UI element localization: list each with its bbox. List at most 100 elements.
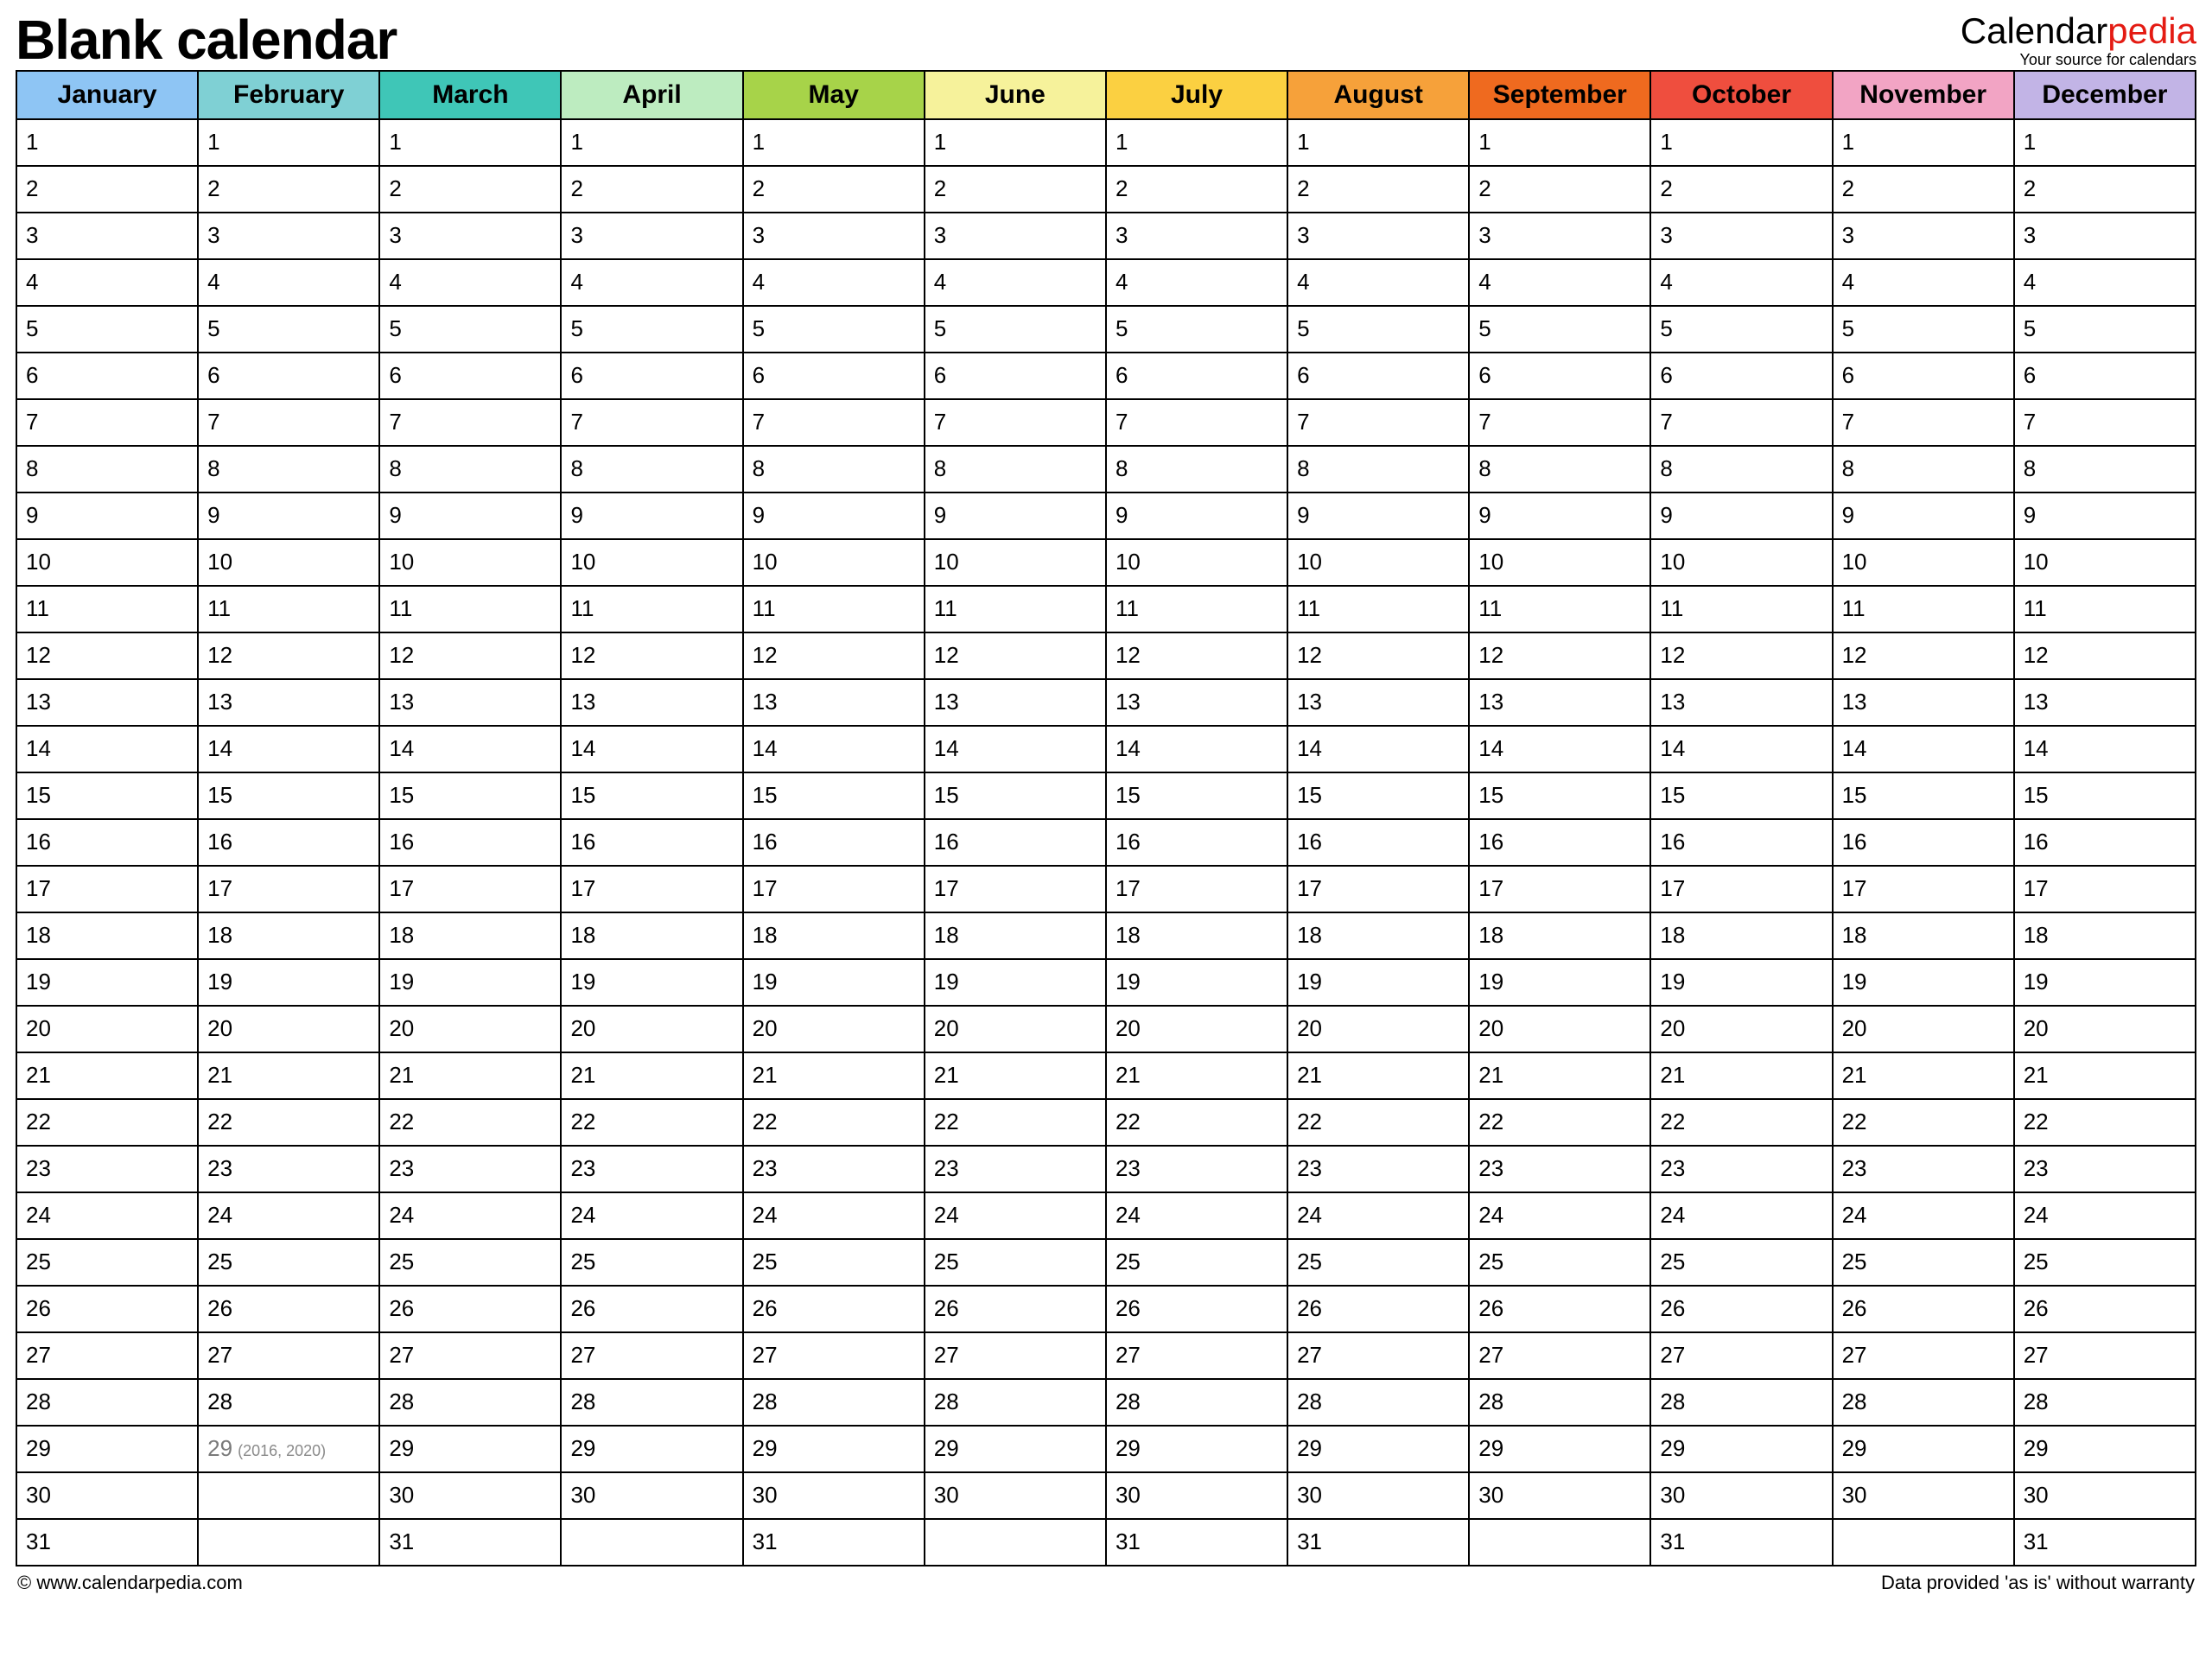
day-cell: 13 — [379, 679, 561, 726]
day-cell: 3 — [2014, 213, 2196, 259]
day-cell: 17 — [379, 866, 561, 912]
day-cell: 5 — [1833, 306, 2014, 353]
day-cell: 31 — [743, 1519, 925, 1566]
day-cell: 12 — [925, 632, 1106, 679]
day-cell: 25 — [379, 1239, 561, 1286]
day-cell: 16 — [16, 819, 198, 866]
day-cell: 19 — [743, 959, 925, 1006]
day-cell: 26 — [1287, 1286, 1469, 1332]
day-cell: 28 — [561, 1379, 742, 1426]
day-cell: 26 — [1469, 1286, 1650, 1332]
day-cell: 4 — [2014, 259, 2196, 306]
day-row: 181818181818181818181818 — [16, 912, 2196, 959]
day-cell: 20 — [1106, 1006, 1287, 1052]
day-cell: 29 — [561, 1426, 742, 1472]
day-cell: 29 — [1106, 1426, 1287, 1472]
day-cell: 23 — [1287, 1146, 1469, 1192]
day-cell: 3 — [1287, 213, 1469, 259]
day-cell: 15 — [1106, 772, 1287, 819]
day-cell: 30 — [2014, 1472, 2196, 1519]
day-cell: 21 — [198, 1052, 379, 1099]
day-cell: 8 — [1833, 446, 2014, 493]
day-cell: 18 — [925, 912, 1106, 959]
day-cell: 7 — [16, 399, 198, 446]
day-cell: 3 — [1833, 213, 2014, 259]
day-cell: 8 — [198, 446, 379, 493]
day-cell: 11 — [1833, 586, 2014, 632]
day-cell: 20 — [1833, 1006, 2014, 1052]
day-cell: 1 — [1650, 119, 1832, 166]
day-cell: 21 — [743, 1052, 925, 1099]
day-cell: 19 — [1650, 959, 1832, 1006]
day-cell: 16 — [925, 819, 1106, 866]
day-cell: 29 — [743, 1426, 925, 1472]
day-cell: 11 — [561, 586, 742, 632]
day-cell: 2 — [561, 166, 742, 213]
day-cell: 7 — [2014, 399, 2196, 446]
day-cell: 12 — [1287, 632, 1469, 679]
day-cell: 18 — [743, 912, 925, 959]
day-cell: 19 — [561, 959, 742, 1006]
day-cell: 2 — [198, 166, 379, 213]
day-cell: 5 — [198, 306, 379, 353]
day-cell: 29 — [1650, 1426, 1832, 1472]
day-cell: 10 — [379, 539, 561, 586]
day-cell: 23 — [1833, 1146, 2014, 1192]
day-cell: 25 — [743, 1239, 925, 1286]
day-cell: 28 — [379, 1379, 561, 1426]
month-header-february: February — [198, 71, 379, 119]
day-cell: 25 — [1106, 1239, 1287, 1286]
month-header-march: March — [379, 71, 561, 119]
day-row: 30 30303030303030303030 — [16, 1472, 2196, 1519]
day-cell: 30 — [1833, 1472, 2014, 1519]
day-cell: 9 — [1833, 493, 2014, 539]
day-cell: 1 — [561, 119, 742, 166]
day-cell: 9 — [379, 493, 561, 539]
day-cell: 14 — [561, 726, 742, 772]
day-cell: 30 — [1650, 1472, 1832, 1519]
day-cell: 17 — [1106, 866, 1287, 912]
day-cell: 26 — [1650, 1286, 1832, 1332]
day-cell: 6 — [1287, 353, 1469, 399]
day-cell: 19 — [198, 959, 379, 1006]
day-cell: 28 — [1833, 1379, 2014, 1426]
day-cell: 26 — [379, 1286, 561, 1332]
day-cell: 9 — [16, 493, 198, 539]
day-cell: 11 — [16, 586, 198, 632]
footer-left: © www.calendarpedia.com — [17, 1572, 243, 1594]
day-row: 232323232323232323232323 — [16, 1146, 2196, 1192]
day-cell: 25 — [1287, 1239, 1469, 1286]
day-cell: 15 — [379, 772, 561, 819]
day-cell: 3 — [16, 213, 198, 259]
day-row: 131313131313131313131313 — [16, 679, 2196, 726]
day-cell: 6 — [743, 353, 925, 399]
day-cell: 19 — [1287, 959, 1469, 1006]
day-cell: 3 — [379, 213, 561, 259]
day-cell: 5 — [1650, 306, 1832, 353]
day-cell: 6 — [1833, 353, 2014, 399]
day-cell: 7 — [379, 399, 561, 446]
day-cell: 12 — [1833, 632, 2014, 679]
day-cell: 18 — [1106, 912, 1287, 959]
day-cell: 16 — [1469, 819, 1650, 866]
day-cell: 4 — [16, 259, 198, 306]
day-cell: 10 — [1833, 539, 2014, 586]
day-cell: 17 — [1650, 866, 1832, 912]
day-cell: 23 — [2014, 1146, 2196, 1192]
day-cell: 5 — [561, 306, 742, 353]
day-cell: 23 — [1469, 1146, 1650, 1192]
day-cell: 31 — [2014, 1519, 2196, 1566]
day-cell: 4 — [925, 259, 1106, 306]
day-cell: 13 — [1106, 679, 1287, 726]
day-cell: 19 — [925, 959, 1106, 1006]
day-cell: 15 — [16, 772, 198, 819]
day-cell: 18 — [198, 912, 379, 959]
day-cell: 24 — [925, 1192, 1106, 1239]
day-row: 242424242424242424242424 — [16, 1192, 2196, 1239]
day-cell: 8 — [743, 446, 925, 493]
day-cell: 18 — [1469, 912, 1650, 959]
day-row: 2929(2016, 2020)29292929292929292929 — [16, 1426, 2196, 1472]
day-cell: 6 — [1106, 353, 1287, 399]
day-cell: 15 — [561, 772, 742, 819]
day-cell: 6 — [379, 353, 561, 399]
